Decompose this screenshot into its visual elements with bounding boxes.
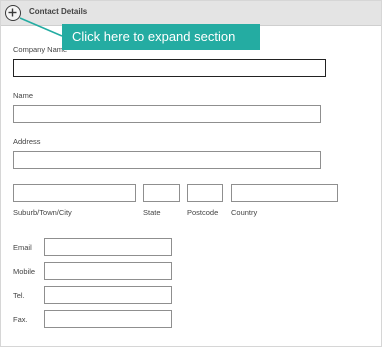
- mobile-field[interactable]: [44, 262, 172, 280]
- tel-label: Tel.: [13, 291, 25, 300]
- mobile-label: Mobile: [13, 267, 36, 276]
- company-name-label: Company Name: [13, 45, 68, 54]
- circle-plus-icon: [8, 8, 17, 17]
- email-field[interactable]: [44, 238, 172, 256]
- address-field[interactable]: [13, 151, 321, 169]
- postcode-field[interactable]: [187, 184, 223, 202]
- tel-field[interactable]: [44, 286, 172, 304]
- suburb-label: Suburb/Town/City: [13, 208, 72, 217]
- section-title: Contact Details: [29, 7, 88, 16]
- email-label: Email: [13, 243, 32, 252]
- country-label: Country: [231, 208, 258, 217]
- name-field[interactable]: [13, 105, 321, 123]
- contact-details-panel: Contact Details Company Name Name Addres…: [0, 0, 382, 347]
- address-label: Address: [13, 137, 41, 146]
- suburb-field[interactable]: [13, 184, 136, 202]
- expand-section-button[interactable]: [5, 5, 21, 21]
- company-name-field[interactable]: [13, 59, 326, 77]
- state-field[interactable]: [143, 184, 180, 202]
- fax-field[interactable]: [44, 310, 172, 328]
- section-header[interactable]: Contact Details: [1, 1, 381, 26]
- name-label: Name: [13, 91, 34, 100]
- country-field[interactable]: [231, 184, 338, 202]
- postcode-label: Postcode: [187, 208, 219, 217]
- state-label: State: [143, 208, 161, 217]
- expand-section-tooltip: Click here to expand section: [62, 24, 260, 50]
- fax-label: Fax.: [13, 315, 28, 324]
